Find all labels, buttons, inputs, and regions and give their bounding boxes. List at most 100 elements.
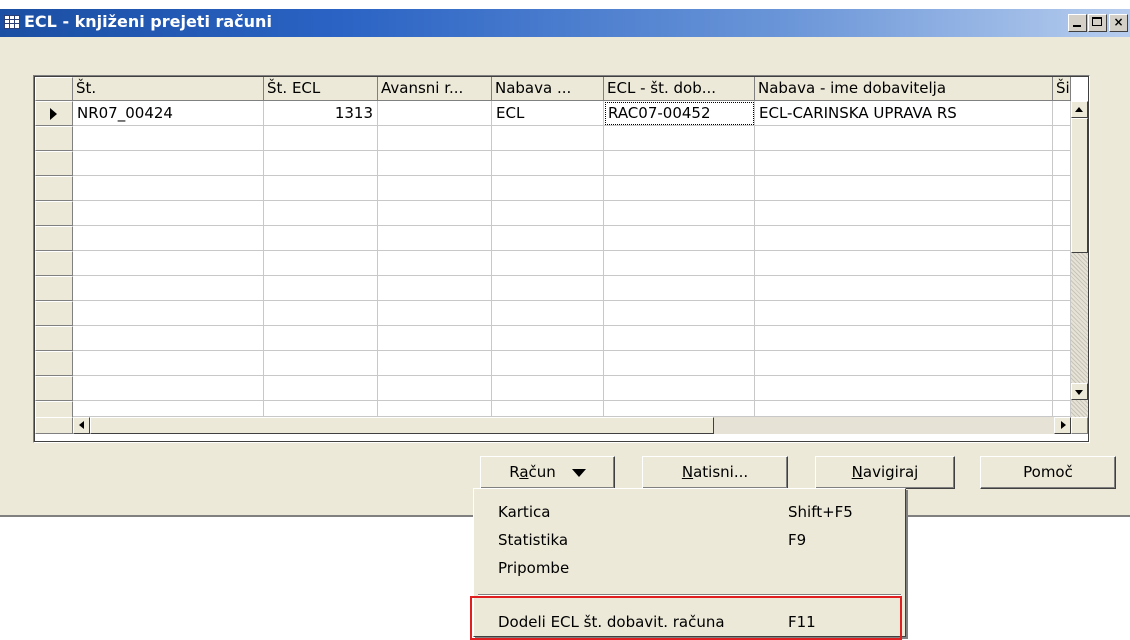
row-selector[interactable] <box>35 126 73 151</box>
empty-cell[interactable] <box>378 176 492 201</box>
empty-cell[interactable] <box>378 201 492 226</box>
empty-cell[interactable] <box>378 376 492 401</box>
column-header-nabava[interactable]: Nabava ... <box>492 77 604 101</box>
empty-cell[interactable] <box>604 126 755 151</box>
empty-cell[interactable] <box>755 201 1053 226</box>
row-selector[interactable] <box>35 376 73 401</box>
scroll-up-button[interactable] <box>1071 101 1088 118</box>
empty-cell[interactable] <box>378 351 492 376</box>
empty-cell[interactable] <box>264 301 378 326</box>
empty-cell[interactable] <box>604 251 755 276</box>
empty-cell[interactable] <box>1053 201 1071 226</box>
empty-cell[interactable] <box>604 226 755 251</box>
empty-cell[interactable] <box>1053 251 1071 276</box>
empty-cell[interactable] <box>73 176 264 201</box>
menu-item-statistika[interactable]: Statistika <box>498 531 568 549</box>
row-selector[interactable] <box>35 151 73 176</box>
cell-ime-dobavitelja[interactable]: ECL-CARINSKA UPRAVA RS <box>755 101 1053 126</box>
empty-cell[interactable] <box>264 226 378 251</box>
column-header-sifra[interactable]: Šifr <box>1053 77 1071 101</box>
empty-cell[interactable] <box>378 126 492 151</box>
empty-cell[interactable] <box>73 326 264 351</box>
title-bar[interactable]: ECL - knjiženi prejeti računi × <box>0 9 1130 37</box>
empty-cell[interactable] <box>264 176 378 201</box>
empty-cell[interactable] <box>492 301 604 326</box>
empty-cell[interactable] <box>378 251 492 276</box>
empty-cell[interactable] <box>492 251 604 276</box>
empty-cell[interactable] <box>1053 126 1071 151</box>
empty-cell[interactable] <box>378 226 492 251</box>
empty-cell[interactable] <box>492 276 604 301</box>
empty-cell[interactable] <box>378 276 492 301</box>
row-selector[interactable] <box>35 326 73 351</box>
column-header-ecl-st-dob[interactable]: ECL - št. dob... <box>604 77 755 101</box>
empty-cell[interactable] <box>755 326 1053 351</box>
cell-sifra[interactable] <box>1053 101 1071 126</box>
natisni-button[interactable]: Natisni... <box>642 456 788 489</box>
empty-cell[interactable] <box>378 151 492 176</box>
row-selector[interactable] <box>35 176 73 201</box>
cell-ecl-st-dob[interactable]: RAC07-00452 <box>604 101 755 126</box>
column-header-avansni[interactable]: Avansni r... <box>378 77 492 101</box>
empty-cell[interactable] <box>1053 326 1071 351</box>
grid-corner[interactable] <box>35 77 73 101</box>
empty-cell[interactable] <box>264 251 378 276</box>
empty-cell[interactable] <box>73 251 264 276</box>
empty-cell[interactable] <box>755 376 1053 401</box>
empty-cell[interactable] <box>492 326 604 351</box>
menu-item-kartica[interactable]: Kartica <box>498 503 550 521</box>
empty-cell[interactable] <box>264 276 378 301</box>
empty-cell[interactable] <box>1053 351 1071 376</box>
cell-nabava[interactable]: ECL <box>492 101 604 126</box>
empty-cell[interactable] <box>492 126 604 151</box>
empty-cell[interactable] <box>604 401 755 417</box>
row-selector[interactable] <box>35 301 73 326</box>
empty-cell[interactable] <box>604 351 755 376</box>
empty-cell[interactable] <box>604 151 755 176</box>
cell-st-ecl[interactable]: 1313 <box>264 101 378 126</box>
empty-cell[interactable] <box>604 276 755 301</box>
empty-cell[interactable] <box>755 176 1053 201</box>
row-selector[interactable] <box>35 101 73 126</box>
empty-cell[interactable] <box>604 176 755 201</box>
empty-cell[interactable] <box>1053 151 1071 176</box>
empty-cell[interactable] <box>755 301 1053 326</box>
empty-cell[interactable] <box>73 376 264 401</box>
empty-cell[interactable] <box>492 226 604 251</box>
empty-cell[interactable] <box>492 176 604 201</box>
empty-cell[interactable] <box>604 201 755 226</box>
empty-cell[interactable] <box>378 401 492 417</box>
scroll-down-button[interactable] <box>1071 383 1088 400</box>
scroll-right-button[interactable] <box>1054 417 1071 434</box>
empty-cell[interactable] <box>604 326 755 351</box>
empty-cell[interactable] <box>492 151 604 176</box>
empty-cell[interactable] <box>73 401 264 417</box>
column-header-ime-dobavitelja[interactable]: Nabava - ime dobavitelja <box>755 77 1053 101</box>
empty-cell[interactable] <box>755 251 1053 276</box>
empty-cell[interactable] <box>73 126 264 151</box>
scroll-left-button[interactable] <box>73 417 90 434</box>
empty-cell[interactable] <box>1053 176 1071 201</box>
close-button[interactable]: × <box>1109 14 1128 32</box>
vertical-scroll-thumb[interactable] <box>1071 118 1088 253</box>
empty-cell[interactable] <box>755 126 1053 151</box>
column-header-st-ecl[interactable]: Št. ECL <box>264 77 378 101</box>
empty-cell[interactable] <box>73 201 264 226</box>
empty-cell[interactable] <box>492 351 604 376</box>
empty-cell[interactable] <box>1053 226 1071 251</box>
empty-cell[interactable] <box>604 301 755 326</box>
empty-cell[interactable] <box>492 201 604 226</box>
horizontal-scroll-thumb[interactable] <box>90 417 714 434</box>
empty-cell[interactable] <box>1053 401 1071 417</box>
empty-cell[interactable] <box>755 401 1053 417</box>
empty-cell[interactable] <box>73 151 264 176</box>
row-selector[interactable] <box>35 251 73 276</box>
racun-menu-button[interactable]: Račun <box>480 456 615 489</box>
horizontal-scrollbar[interactable] <box>73 417 1071 434</box>
empty-cell[interactable] <box>755 351 1053 376</box>
empty-cell[interactable] <box>755 276 1053 301</box>
empty-cell[interactable] <box>378 326 492 351</box>
empty-cell[interactable] <box>264 351 378 376</box>
empty-cell[interactable] <box>492 376 604 401</box>
empty-cell[interactable] <box>264 126 378 151</box>
